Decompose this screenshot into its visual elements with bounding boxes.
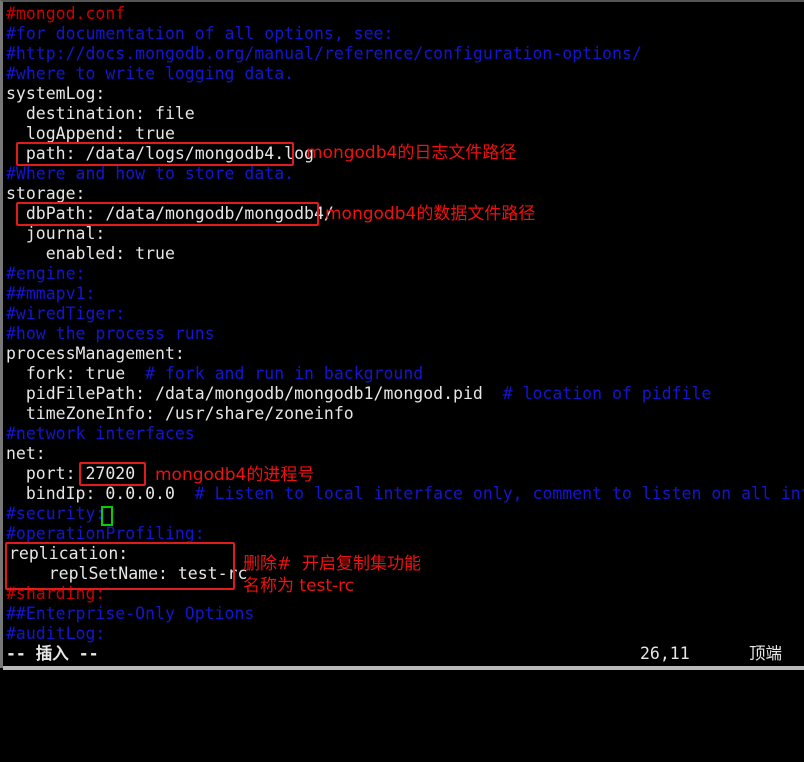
code-line-4: #where to write logging data. <box>6 64 295 83</box>
code-line-7: logAppend: true <box>6 124 175 143</box>
code-line-20-comment: # location of pidfile <box>482 384 712 403</box>
code-line-25-comment: # Listen to local interface only, commen… <box>194 484 804 503</box>
code-line-20: pidFilePath: /data/mongodb/mongodb1/mong… <box>6 384 711 404</box>
code-line-10: storage: <box>6 184 86 203</box>
code-line-11-db-path: dbPath: /data/mongodb/mongodb4/ <box>6 204 334 223</box>
code-line-1: #mongod.conf <box>6 4 126 23</box>
window-bottom-edge <box>3 666 804 670</box>
code-line-25: bindIp: 0.0.0.0 # Listen to local interf… <box>6 484 804 504</box>
code-line-22: #network interfaces <box>6 424 195 443</box>
code-line-5: systemLog: <box>6 84 106 103</box>
code-line-6: destination: file <box>6 104 195 123</box>
annotation-replication-line-1: 删除# 开启复制集功能 <box>243 554 422 574</box>
code-line-2: #for documentation of all options, see: <box>6 24 394 43</box>
code-line-19-text: fork: true <box>6 364 126 383</box>
annotation-data-path: mongodb4的数据文件路径 <box>325 204 536 224</box>
code-line-24-port: port: 27020 <box>6 464 136 483</box>
code-line-13: enabled: true <box>6 244 175 263</box>
code-line-8-log-path: path: /data/logs/mongodb4.log <box>6 144 314 163</box>
status-scroll-indicator: 顶端 <box>749 644 782 663</box>
code-line-16: #wiredTiger: <box>6 304 126 323</box>
code-line-15: ##mmapv1: <box>6 284 96 303</box>
annotation-port: mongodb4的进程号 <box>155 465 315 485</box>
vim-status-bar: -- 插入 -- 26,11 顶端 <box>3 642 804 666</box>
code-line-3: #http://docs.mongodb.org/manual/referenc… <box>6 44 642 63</box>
code-line-31: ##Enterprise-Only Options <box>6 604 255 623</box>
code-line-20-text: pidFilePath: /data/mongodb/mongodb1/mong… <box>6 384 483 403</box>
annotation-log-path: mongodb4的日志文件路径 <box>306 143 517 163</box>
code-line-12: journal: <box>6 224 106 243</box>
code-line-32: #auditLog: <box>6 624 106 643</box>
code-line-30: #sharding: <box>6 584 106 603</box>
text-cursor <box>101 506 113 526</box>
code-line-9: #Where and how to store data. <box>6 164 295 183</box>
code-line-26-security: #security: <box>6 504 106 523</box>
code-line-23: net: <box>6 444 46 463</box>
annotation-replication-line-2: 名称为 test-rc <box>243 576 355 596</box>
code-line-28-replication: replication: <box>9 544 129 563</box>
terminal-window[interactable]: #mongod.conf #for documentation of all o… <box>0 0 804 670</box>
code-line-18: processManagement: <box>6 344 185 363</box>
code-line-25-text: bindIp: 0.0.0.0 <box>6 484 175 503</box>
code-line-27: #operationProfiling: <box>6 524 205 543</box>
status-insert-mode: -- 插入 -- <box>6 644 99 663</box>
code-line-29-replsetname: replSetName: test-rc <box>9 564 248 583</box>
code-line-17: #how the process runs <box>6 324 215 343</box>
code-line-19: fork: true # fork and run in background <box>6 364 423 384</box>
code-line-21: timeZoneInfo: /usr/share/zoneinfo <box>6 404 354 423</box>
status-cursor-position: 26,11 <box>640 644 690 663</box>
vim-editor-text-area[interactable]: #mongod.conf #for documentation of all o… <box>3 2 804 643</box>
code-line-14: #engine: <box>6 264 86 283</box>
code-line-19-comment: # fork and run in background <box>125 364 424 383</box>
